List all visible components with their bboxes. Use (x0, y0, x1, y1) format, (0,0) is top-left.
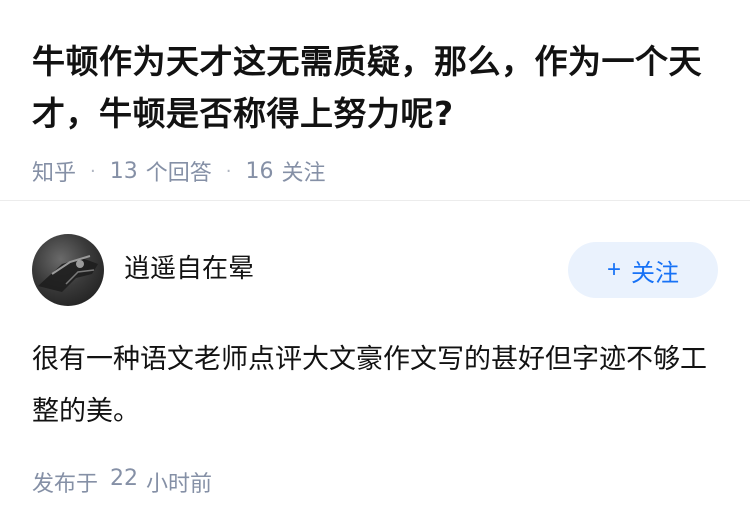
question-meta: 知乎 · 13 个回答 · 16 关注 (32, 155, 718, 187)
avatar[interactable] (32, 234, 104, 306)
posted-time: 发布于 22 小时前 (32, 466, 212, 498)
question-title[interactable]: 牛顿作为天才这无需质疑，那么，作为一个天才，牛顿是否称得上努力呢? (32, 36, 718, 140)
posted-unit: 小时前 (146, 472, 213, 497)
followers-label[interactable]: 关注 (282, 155, 326, 187)
source-label[interactable]: 知乎 (32, 155, 76, 187)
answer-content[interactable]: 很有一种语文老师点评大文豪作文写的甚好但字迹不够工整的美。 (32, 334, 718, 438)
author-name[interactable]: 逍遥自在晕 (124, 248, 568, 285)
divider (0, 200, 750, 201)
posted-prefix: 发布于 (32, 472, 99, 497)
plus-icon: + (606, 256, 621, 283)
zhihu-question-page: 牛顿作为天才这无需质疑，那么，作为一个天才，牛顿是否称得上努力呢? 知乎 · 1… (0, 0, 750, 532)
question-header: 牛顿作为天才这无需质疑，那么，作为一个天才，牛顿是否称得上努力呢? 知乎 · 1… (0, 0, 750, 186)
answers-count: 13 (109, 158, 138, 184)
follow-button-label: 关注 (631, 259, 679, 287)
author-row: 逍遥自在晕 + 关注 (32, 234, 718, 306)
follow-button[interactable]: + 关注 (568, 242, 718, 298)
separator-dot: · (90, 160, 96, 182)
answers-label[interactable]: 个回答 (146, 155, 212, 187)
separator-dot: · (225, 160, 232, 182)
posted-number: 22 (110, 466, 139, 491)
followers-count: 16 (245, 158, 274, 184)
